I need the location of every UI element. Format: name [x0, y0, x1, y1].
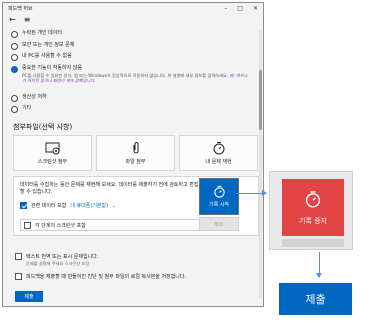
include-screenshots-checkbox[interactable]: 각 단계의 스크린샷 포함 [20, 219, 200, 231]
radio-option[interactable]: 기타 [11, 105, 251, 117]
checkbox-sublabel: 문제를 설명해 주세요 스크린샷 포함 [26, 261, 90, 266]
radio-option[interactable]: 내 PC를 사용할 수 없음 [11, 53, 251, 65]
consent-save-copy: 피드백을 제출할 때 만들어진 진단 및 첨부 파일의 로컬 복사본을 저장합니… [15, 273, 255, 280]
save-local-copy-checkbox[interactable]: 피드백을 제출할 때 만들어진 진단 및 첨부 파일의 로컬 복사본을 저장합니… [15, 273, 255, 280]
stop-recording-button[interactable]: 기록 중지 [282, 179, 344, 236]
consent-translation: 텍스트 번역 또는 표시 문제입니다. 문제를 설명해 주세요 스크린샷 포함 [15, 253, 255, 267]
radio-circle-icon [11, 42, 18, 50]
close-button[interactable]: ✕ [253, 5, 258, 12]
checkbox-label: 피드백을 제출할 때 만들어진 진단 및 첨부 파일의 로컬 복사본을 저장합니… [26, 274, 187, 280]
attachments-heading: 첨부파일(선택 사항) [13, 123, 73, 131]
radio-selected-icon [11, 65, 18, 73]
radio-label: 보안 또는 개인 정보 문제 [22, 41, 75, 48]
radio-option-selected[interactable]: 중요한 기능이 작동하지 않음 PC를 사용할 수 있지만 장치, 앱 또는 W… [11, 65, 251, 94]
scrollbar-thumb[interactable] [259, 70, 262, 130]
attach-button-label: 내 문제 재현 [205, 159, 232, 165]
radio-option[interactable]: 보안 또는 개인 정보 문제 [11, 42, 251, 54]
checkbox-label: 관련 데이터 포함 [31, 203, 67, 209]
checkbox-checked-icon [20, 202, 27, 209]
translation-issue-checkbox[interactable]: 텍스트 번역 또는 표시 문제입니다. [15, 253, 255, 260]
radio-option[interactable]: 생산성 저하 [11, 94, 251, 106]
file-attach-icon [133, 142, 138, 154]
connector-arrow-down [316, 252, 322, 278]
start-recording-label: 기록 시작 [209, 202, 229, 208]
include-data-checkbox[interactable]: 관련 데이터 포함 내 휴대폰(기본값) ⌄ [20, 202, 116, 209]
device-dropdown[interactable]: 내 휴대폰(기본값) [70, 202, 108, 209]
severity-radio-group: 누락된 개인 데이터 보안 또는 개인 정보 문제 내 PC를 사용할 수 없음… [11, 30, 251, 117]
submit-button-large[interactable]: 제출 [279, 283, 352, 315]
chevron-down-icon[interactable]: ⌄ [112, 203, 116, 209]
attach-screenshot-button[interactable]: 스크린샷 첨부 [13, 135, 92, 171]
connector-arrow-right [236, 190, 267, 196]
radio-label: 누락된 개인 데이터 [22, 30, 62, 36]
checkbox-icon [24, 221, 31, 229]
radio-circle-icon [11, 31, 18, 38]
nav-row: ← ≡ [3, 14, 263, 25]
feedback-hub-window: 피드백 허브 – □ ✕ ← ≡ 누락된 개인 데이터 보안 또는 개인 정보 … [2, 2, 264, 307]
title-bar: 피드백 허브 – □ ✕ [3, 3, 263, 14]
submit-button[interactable]: 제출 [15, 291, 43, 302]
window-controls: – □ ✕ [224, 5, 258, 12]
stop-recording-label: 기록 중지 [299, 216, 327, 225]
checkbox-icon [15, 273, 22, 280]
back-arrow-icon[interactable]: ← [9, 15, 16, 24]
radio-circle-icon [11, 94, 18, 102]
stopwatch-icon [305, 190, 321, 207]
minimize-button[interactable]: – [224, 5, 227, 12]
radio-label: 내 PC를 사용할 수 없음 [22, 53, 72, 59]
zoomed-recording-panel: 기록 중지 [269, 171, 353, 250]
attach-file-button[interactable]: 파일 첨부 [96, 135, 175, 171]
recreate-problem-button[interactable]: 내 문제 재현 [179, 135, 258, 171]
checkbox-label: 각 단계의 스크린샷 포함 [35, 222, 86, 229]
cancel-button[interactable]: 취소 [199, 217, 239, 231]
disabled-button-bar [282, 239, 344, 247]
radio-label: 기타 [22, 105, 32, 111]
hamburger-icon[interactable]: ≡ [24, 15, 31, 24]
radio-option[interactable]: 누락된 개인 데이터 [11, 30, 251, 42]
radio-description: PC를 사용할 수 있지만 장치, 앱 또는 Windows가 정상적으로 작동… [22, 72, 248, 84]
stopwatch-icon [213, 185, 225, 198]
radio-circle-icon [11, 54, 18, 61]
attach-button-label: 스크린샷 첨부 [37, 158, 68, 165]
checkbox-label: 텍스트 번역 또는 표시 문제입니다. [26, 254, 99, 260]
maximize-button[interactable]: □ [237, 5, 243, 12]
start-recording-button[interactable]: 기록 시작 [199, 178, 239, 215]
scrollbar[interactable] [259, 30, 262, 298]
radio-label: 중요한 기능이 작동하지 않음 [22, 64, 82, 71]
radio-label: 생산성 저하 [22, 93, 47, 100]
screenshot-icon [45, 142, 59, 154]
radio-circle-icon [11, 106, 18, 113]
attach-button-label: 파일 첨부 [125, 159, 146, 165]
window-title: 피드백 허브 [8, 6, 33, 12]
attachments-row: 스크린샷 첨부 파일 첨부 내 문제 재현 [13, 135, 259, 171]
stopwatch-icon [213, 142, 224, 155]
checkbox-icon [15, 253, 22, 260]
recording-instructions: 데이터를 수집하는 동안 문제를 재현해 보세요. 데이터를 제출하기 전에 검… [20, 182, 199, 195]
